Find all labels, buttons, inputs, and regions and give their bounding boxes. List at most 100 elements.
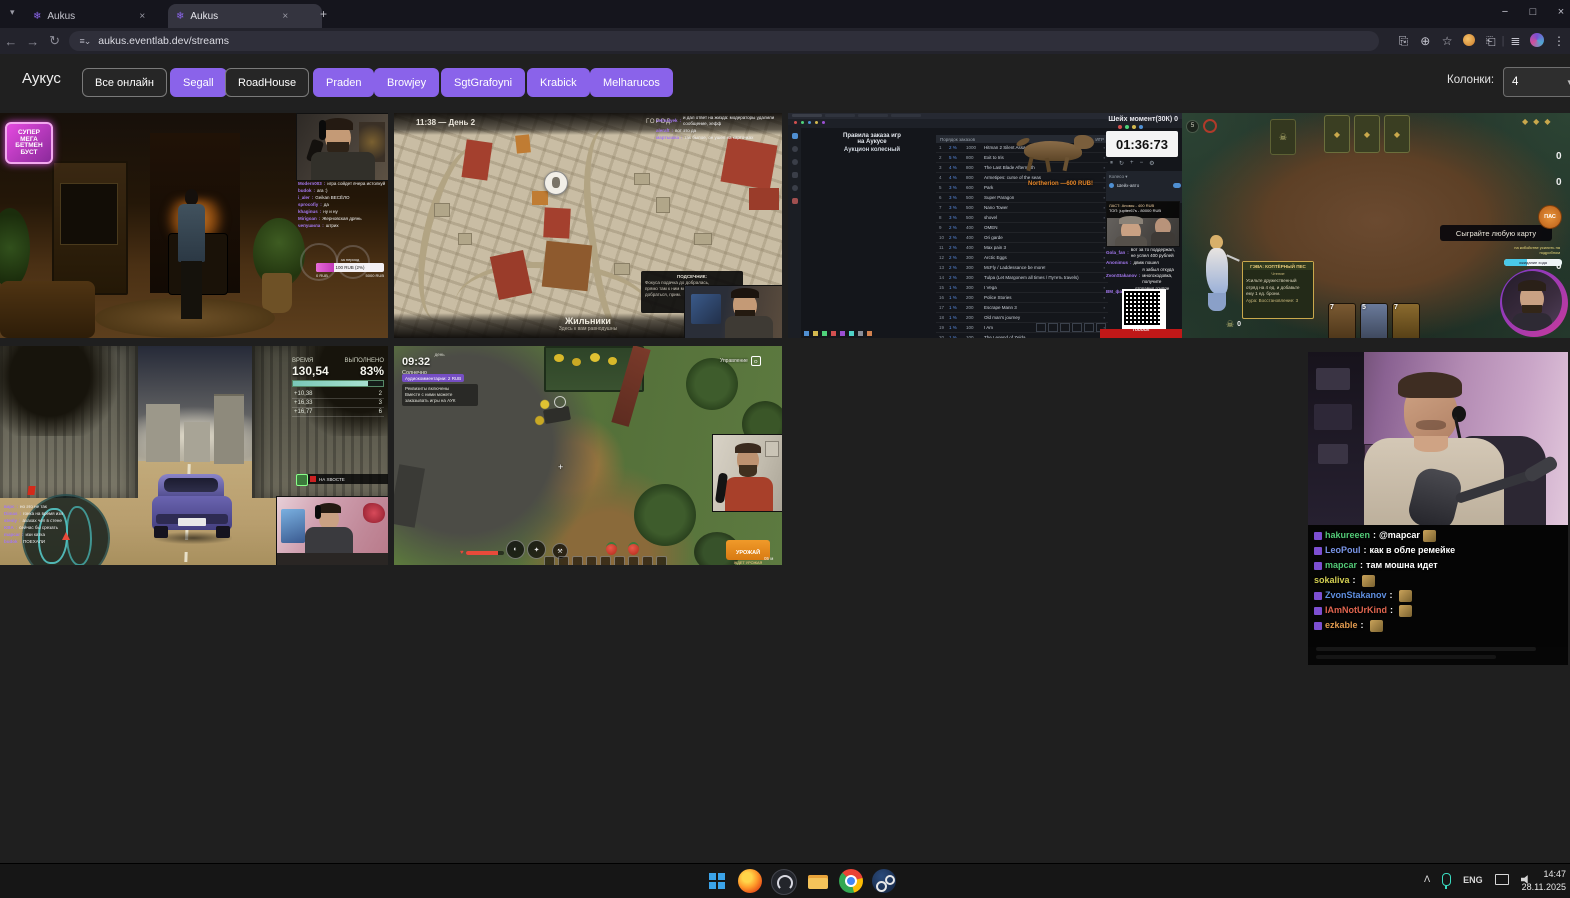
filter-segall[interactable]: Segall: [170, 68, 227, 97]
alert-icon: [27, 486, 36, 495]
chat-message: IAmNotUrKind :: [1314, 603, 1568, 618]
stream-tile-racing[interactable]: ВРЕМЯ ВЫПОЛНЕНО 130,54 83% +10,38 2 +16,3…: [0, 346, 388, 565]
tray-language[interactable]: ENG: [1463, 875, 1483, 885]
stream-tile-cardgame[interactable]: ☠ ◆ ◆ ◆ ◆ ◆ ◆ 5 ГЭВА: КОПТЁРНЫЙ ПЕС Чтен…: [1182, 113, 1570, 338]
tray-chevron-icon[interactable]: ᐱ: [1424, 874, 1430, 885]
webcam-overlay: [276, 496, 388, 565]
steam-icon[interactable]: [872, 869, 896, 893]
obs-icon[interactable]: [771, 869, 797, 895]
auction-table-row[interactable]: 8 3 % 500 shovel ▪: [936, 213, 1108, 223]
auction-table-row[interactable]: 7 3 % 500 Nano Tower ▪: [936, 203, 1108, 213]
hotbar-slot[interactable]: [642, 556, 653, 565]
tab-close-icon[interactable]: ×: [139, 11, 145, 22]
hand-card[interactable]: 5: [1360, 303, 1388, 338]
tray-mic-icon[interactable]: [1442, 873, 1452, 889]
stream-tile-auction[interactable]: Правила заказа игр на Аукусе Аукцион кол…: [788, 113, 1182, 338]
page-button[interactable]: [1036, 323, 1046, 332]
hand-card[interactable]: 7: [1392, 303, 1420, 338]
page-header: Аукус Все онлайн Segall RoadHouse Praden…: [0, 54, 1570, 110]
auction-table-row[interactable]: 12 2 % 300 Arctic Eggs ▪: [936, 253, 1108, 263]
window-close-button[interactable]: ×: [1548, 6, 1570, 18]
columns-select[interactable]: 4 ▾: [1503, 67, 1570, 97]
browser-tab-2-active[interactable]: ❄ Aukus ×: [168, 4, 322, 28]
auction-table-row[interactable]: 10 2 % 400 Ori garde ▪: [936, 233, 1108, 243]
filter-all-online[interactable]: Все онлайн: [82, 68, 167, 97]
donation-goal-widget: за период 100 RUB (2%) 0 RUB 5000 RUB: [316, 257, 384, 278]
tray-network-icon[interactable]: [1494, 874, 1509, 885]
chat-message: ZvonStakanov :: [1314, 588, 1568, 603]
tab-search-chevron-icon[interactable]: ▾: [10, 7, 15, 18]
stream-tile-shooter[interactable]: + 09:32 день Солнечно Аудиокомментарии: …: [394, 346, 782, 565]
hotbar-slot[interactable]: [628, 556, 639, 565]
hotbar-slot[interactable]: [614, 556, 625, 565]
new-tab-button[interactable]: +: [320, 7, 327, 21]
chat-message: Anonimus: движ пошел: [1106, 260, 1159, 266]
table-pagination[interactable]: [1036, 323, 1106, 332]
hotbar-slot[interactable]: [558, 556, 569, 565]
donation-alert: Northerion —600 RUB!: [1028, 181, 1094, 187]
tab-close-icon[interactable]: ×: [282, 11, 288, 22]
auction-table-row[interactable]: 15 1 % 300 I Vega ▪: [936, 283, 1108, 293]
auction-table-row[interactable]: 18 1 % 200 Old man's journey ▪: [936, 313, 1108, 323]
filter-roadhouse[interactable]: RoadHouse: [225, 68, 310, 97]
pass-button[interactable]: ПАС: [1538, 205, 1562, 229]
pause-icon[interactable]: ⏸: [1110, 160, 1113, 167]
hand-card[interactable]: 7: [1328, 303, 1356, 338]
address-bar[interactable]: ≡⌄ aukus.eventlab.dev/streams: [69, 31, 1379, 51]
filter-praden[interactable]: Praden: [313, 68, 375, 97]
page-button[interactable]: [1048, 323, 1058, 332]
extension-avatar-icon[interactable]: [1458, 33, 1480, 49]
hotbar-slot[interactable]: [544, 556, 555, 565]
site-settings-icon[interactable]: ≡⌄: [79, 36, 91, 47]
hotbar-slot[interactable]: [572, 556, 583, 565]
filter-sgtgrafoyni[interactable]: SgtGrafoyni: [441, 68, 526, 97]
filter-browjey[interactable]: Browjey: [374, 68, 440, 97]
auction-table-row[interactable]: 13 2 % 300 McFly / Laddessance be more! …: [936, 263, 1108, 273]
menu-dots-icon[interactable]: ⋮: [1548, 34, 1570, 48]
auction-table-row[interactable]: 6 3 % 500 Super Paragon ▪: [936, 193, 1108, 203]
skull-icon: ☠: [1226, 319, 1235, 329]
file-explorer-icon[interactable]: [806, 869, 830, 893]
chrome-icon[interactable]: [839, 869, 863, 893]
page-button[interactable]: [1084, 323, 1094, 332]
hotbar-slot[interactable]: [586, 556, 597, 565]
auction-table-row[interactable]: 9 2 % 400 OMEN ▪: [936, 223, 1108, 233]
zoom-icon[interactable]: ⊕: [1414, 34, 1436, 48]
filter-melharucos[interactable]: Melharucos: [590, 68, 673, 97]
gear-icon[interactable]: ⚙: [1149, 160, 1154, 167]
back-button[interactable]: ←: [0, 34, 22, 49]
qr-code: [1122, 289, 1166, 331]
tab-list-icon[interactable]: ≣: [1505, 34, 1527, 48]
reload-icon[interactable]: ↻: [1119, 160, 1124, 167]
hotbar-slot[interactable]: [656, 556, 667, 565]
profile-avatar[interactable]: [1526, 32, 1548, 50]
forward-button[interactable]: →: [22, 34, 44, 49]
minus-icon[interactable]: −: [1140, 160, 1144, 167]
auction-table-row[interactable]: 14 2 % 300 Tulpa (Let Margonem all times…: [936, 273, 1108, 283]
start-button[interactable]: [705, 869, 729, 893]
auction-table-row[interactable]: 20 1 % 100 The Legend of Zelda ▪: [936, 333, 1108, 338]
plus-icon[interactable]: +: [1130, 160, 1134, 167]
extension-clipboard-icon[interactable]: ⎗: [1480, 34, 1502, 49]
boost-badge: СУПЕР МЕГА БЕТМЕН БУСТ: [5, 122, 53, 164]
window-maximize-button[interactable]: □: [1520, 6, 1546, 18]
cast-icon[interactable]: ⎘: [1393, 34, 1415, 49]
window-minimize-button[interactable]: −: [1492, 6, 1518, 18]
stream-tile-map[interactable]: 11:38 — День 2 ГОРОД selmalyek: и дал от…: [394, 113, 782, 338]
stream-tile-adventure[interactable]: СУПЕР МЕГА БЕТМЕН БУСТ Modern003: игра с…: [0, 113, 388, 338]
auction-table-row[interactable]: 11 2 % 400 Max pain 3 ▪: [936, 243, 1108, 253]
page-button[interactable]: [1072, 323, 1082, 332]
url-text[interactable]: aukus.eventlab.dev/streams: [98, 35, 229, 47]
reload-button[interactable]: ↻: [44, 33, 66, 49]
page-button[interactable]: [1060, 323, 1070, 332]
split-time-row: +10,38 2: [292, 391, 384, 399]
tray-clock[interactable]: 14:47 28.11.2025: [1508, 868, 1566, 893]
browser-tab-1[interactable]: ❄ Aukus ×: [25, 4, 176, 28]
hotbar-slot[interactable]: [600, 556, 611, 565]
filter-krabick[interactable]: Krabick: [527, 68, 590, 97]
stream-tile-webcam-chat[interactable]: hakureeen : @mapcar LeoPoul : как в обле…: [1308, 352, 1568, 665]
auction-table-row[interactable]: 16 1 % 200 Police Stories ▪: [936, 293, 1108, 303]
firefox-icon[interactable]: [738, 869, 762, 893]
auction-table-row[interactable]: 17 1 % 200 Escrape Mann 3 ▪: [936, 303, 1108, 313]
bookmark-star-icon[interactable]: ☆: [1436, 34, 1458, 48]
